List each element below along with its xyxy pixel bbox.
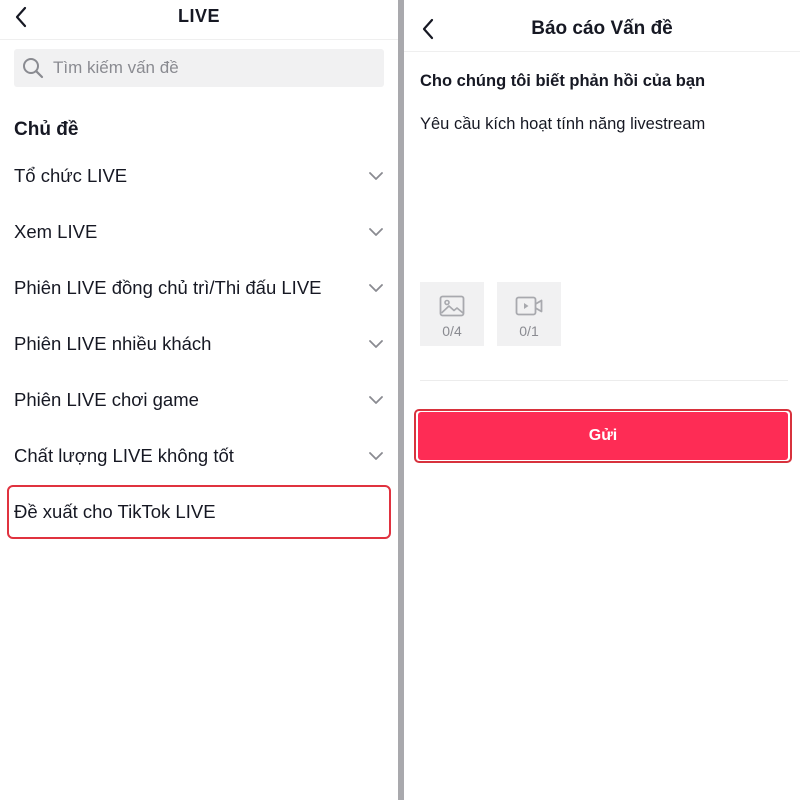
chevron-down-icon [369,396,383,404]
chevron-down-icon [369,284,383,292]
topic-item-nhieu-khach[interactable]: Phiên LIVE nhiều khách [0,319,398,369]
topic-label: Tổ chức LIVE [14,165,128,186]
topic-item-dong-chu-tri[interactable]: Phiên LIVE đồng chủ trì/Thi đấu LIVE [0,263,398,313]
topic-label: Xem LIVE [14,221,98,242]
topics-panel: LIVE Chủ đề Tổ chức LIVE Xem LIVE Phiên … [0,0,398,800]
upload-count: 0/1 [519,323,539,339]
chevron-down-icon [369,340,383,348]
search-box[interactable] [14,49,384,87]
topic-label: Phiên LIVE đồng chủ trì/Thi đấu LIVE [14,277,322,298]
topic-label: Chất lượng LIVE không tốt [14,445,234,466]
topic-label: Phiên LIVE nhiều khách [14,333,212,354]
image-icon [439,295,465,317]
divider [420,380,788,381]
search-icon [23,58,44,79]
submit-button[interactable]: Gửi [418,412,788,460]
topic-item-to-chuc-live[interactable]: Tổ chức LIVE [0,151,398,201]
topic-item-choi-game[interactable]: Phiên LIVE chơi game [0,375,398,425]
chevron-down-icon [369,452,383,460]
upload-count: 0/4 [442,323,462,339]
right-header: Báo cáo Vấn đề [404,0,800,52]
highlight-outline [7,485,391,539]
section-title: Chủ đề [14,119,79,140]
video-icon [515,296,543,316]
upload-video-button[interactable]: 0/1 [497,282,561,346]
report-panel: Báo cáo Vấn đề Cho chúng tôi biết phản h… [404,0,800,800]
topic-item-chat-luong[interactable]: Chất lượng LIVE không tốt [0,431,398,481]
topic-label: Phiên LIVE chơi game [14,389,199,410]
chevron-down-icon [369,172,383,180]
feedback-textarea[interactable]: Yêu cầu kích hoạt tính năng livestream [420,115,705,134]
upload-image-button[interactable]: 0/4 [420,282,484,346]
left-header: LIVE [0,0,398,40]
feedback-label: Cho chúng tôi biết phản hồi của bạn [420,72,706,90]
page-title: Báo cáo Vấn đề [531,18,673,39]
search-input[interactable] [53,58,373,78]
topic-item-xem-live[interactable]: Xem LIVE [0,207,398,257]
chevron-down-icon [369,228,383,236]
page-title: LIVE [177,6,220,26]
